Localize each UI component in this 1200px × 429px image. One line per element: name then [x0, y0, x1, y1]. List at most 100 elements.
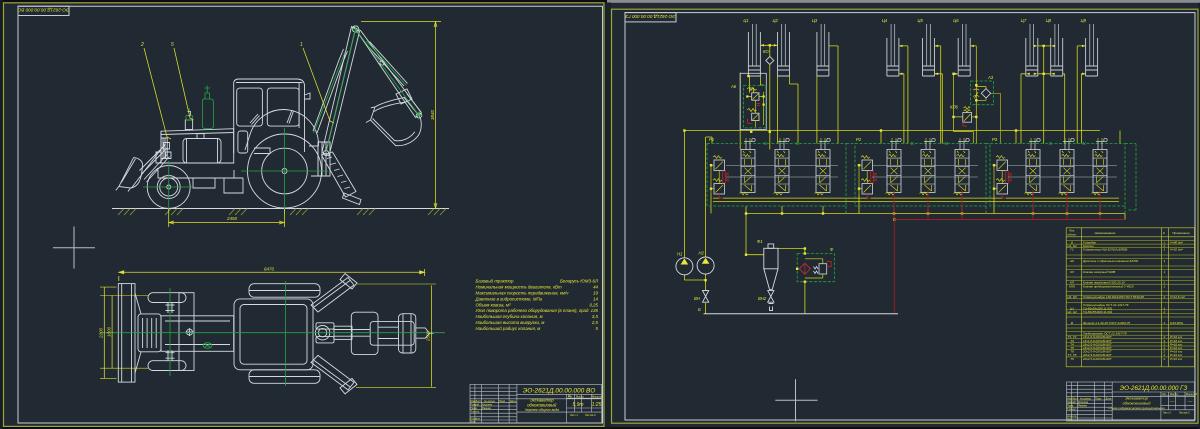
svg-text:Ц2: Ц2 — [773, 18, 779, 23]
svg-text:Клапан предохранительный У 462: Клапан предохранительный У 4620 — [1083, 284, 1134, 288]
svg-text:Ц7: Ц7 — [1021, 18, 1027, 23]
svg-text:Листов 2: Листов 2 — [1179, 410, 1190, 414]
svg-text:Дата: Дата — [1106, 396, 1112, 400]
svg-text:Р3: Р3 — [992, 137, 998, 142]
svg-text:Масштаб: Масштаб — [1186, 392, 1198, 396]
svg-text:Г1: Г1 — [1070, 248, 1074, 252]
svg-text:Разраб.: Разраб. — [471, 402, 481, 406]
svg-text:Киселев: Киселев — [1078, 400, 1089, 404]
svg-text:Лит.: Лит. — [1162, 392, 1167, 396]
svg-text:ЭО-2621Д.00.00.000 ГЗ: ЭО-2621Д.00.00.000 ГЗ — [1120, 385, 1188, 392]
svg-text:2500: 2500 — [426, 330, 431, 342]
svg-text:Наибольшая глубина копания, м: Наибольшая глубина копания, м — [476, 314, 543, 319]
svg-text:Раннев: Раннев — [1078, 404, 1087, 408]
svg-text:Т9: Т9 — [1070, 357, 1074, 361]
svg-text:Максимальная скорость передвиж: Максимальная скорость передвижения, км/ч — [476, 290, 570, 295]
svg-text:Ц3: Ц3 — [812, 18, 818, 23]
svg-text:Номинальная мощность двигателя: Номинальная мощность двигателя, кВт — [476, 284, 562, 289]
svg-text:ЭО-2621Д.00.00.000 ВО: ЭО-2621Д.00.00.000 ВО — [17, 8, 69, 13]
svg-text:Беларусь ЮМЗ-6Л: Беларусь ЮМЗ-6Л — [560, 279, 599, 284]
svg-text:Лист 2: Лист 2 — [1163, 410, 1171, 414]
svg-text:2: 2 — [1163, 310, 1166, 314]
svg-text:1: 1 — [300, 42, 303, 48]
svg-text:Ц9: Ц9 — [1081, 18, 1087, 23]
svg-text:Р1: Р1 — [709, 137, 714, 142]
svg-text:Киселев: Киселев — [482, 402, 493, 406]
svg-text:одноковшовый: одноковшовый — [1123, 400, 1152, 405]
svg-text:Пров.: Пров. — [471, 406, 478, 410]
svg-text:Ц8: Ц8 — [1046, 18, 1052, 23]
svg-text:№ докум.: № докум. — [484, 400, 496, 403]
svg-text:Пров.: Пров. — [1067, 404, 1074, 408]
svg-text:Ц4, Ц5: Ц4, Ц5 — [1067, 295, 1077, 299]
svg-text:3840: 3840 — [430, 109, 435, 120]
svg-text:2: 2 — [140, 42, 144, 48]
svg-text:Масса: Масса — [576, 394, 584, 398]
svg-text:2200: 2200 — [99, 327, 104, 339]
svg-text:Чертеж общего вида: Чертеж общего вида — [525, 408, 560, 412]
svg-text:Разраб.: Разраб. — [1067, 400, 1077, 404]
svg-text:Р=16 кгс: Р=16 кгс — [1170, 357, 1183, 361]
svg-text:Дроссель с обратным клапаном 6: Дроссель с обратным клапаном 62700 — [1082, 259, 1138, 263]
svg-text:Подп.: Подп. — [1095, 396, 1102, 400]
svg-text:0,63 МПа: 0,63 МПа — [1170, 321, 1183, 325]
svg-text:Гидромотор НШ-32Л(2А,ВЛЕВ): Гидромотор НШ-32Л(2А,ВЛЕВ) — [1083, 248, 1127, 252]
svg-text:Р2: Р2 — [856, 137, 862, 142]
svg-text:—: — — [1169, 399, 1175, 404]
svg-text:Лист 1: Лист 1 — [570, 413, 578, 417]
svg-text:2450: 2450 — [226, 216, 238, 221]
svg-text:Наибольший радиус копания, м: Наибольший радиус копания, м — [476, 326, 541, 331]
svg-text:одноковшовый: одноковшовый — [527, 403, 557, 408]
svg-text:Ц6: Ц6 — [953, 18, 959, 23]
svg-text:5,9т: 5,9т — [572, 402, 583, 408]
svg-text:Угол поворота рабочего оборудо: Угол поворота рабочего оборудования (в п… — [476, 308, 589, 313]
svg-text:Н1: Н1 — [677, 252, 682, 257]
svg-text:Н.контр.: Н.контр. — [1067, 414, 1077, 418]
svg-text:0,25: 0,25 — [589, 302, 598, 307]
svg-text:Клапан запорный 520В: Клапан запорный 520В — [1083, 270, 1115, 274]
svg-text:ВН: ВН — [694, 296, 701, 301]
svg-text:Гидроцилиндры 140-90х1280 ГОСТ: Гидроцилиндры 140-90х1280 ГОСТ 6540-68 — [1083, 295, 1144, 299]
svg-text:А6: А6 — [1069, 259, 1074, 263]
svg-text:Схема гидравлическая принципиа: Схема гидравлическая принципиальная — [1108, 406, 1165, 410]
svg-text:3,5: 3,5 — [592, 314, 599, 319]
svg-text:Лист: Лист — [1072, 396, 1078, 400]
svg-text:К: К — [1163, 231, 1165, 235]
svg-text:Дата: Дата — [510, 399, 516, 403]
svg-text:Масса: Масса — [1170, 392, 1178, 396]
svg-text:135: 135 — [591, 308, 599, 313]
svg-text:Ц4: Ц4 — [882, 18, 888, 23]
svg-text:Т.контр.: Т.контр. — [471, 410, 481, 414]
svg-text:1:25: 1:25 — [592, 402, 602, 408]
svg-text:2,5: 2,5 — [591, 320, 599, 325]
svg-text:6470: 6470 — [264, 267, 275, 272]
svg-text:19: 19 — [593, 290, 598, 295]
svg-text:1800: 1800 — [106, 326, 111, 337]
svg-text:Листов 2: Листов 2 — [585, 413, 596, 417]
svg-text:Объем ковша, м³: Объем ковша, м³ — [476, 302, 511, 307]
svg-text:V=12,6 см³: V=12,6 см³ — [1170, 295, 1186, 299]
svg-text:2: 2 — [1163, 295, 1166, 299]
svg-text:Утв.: Утв. — [471, 419, 476, 423]
svg-text:№ докум.: № докум. — [1080, 397, 1092, 400]
svg-text:КП6: КП6 — [950, 105, 959, 110]
svg-text:44: 44 — [593, 284, 598, 289]
svg-text:Наибольшая высота выгрузки, м: Наибольшая высота выгрузки, м — [476, 320, 545, 325]
svg-text:Лист: Лист — [476, 399, 482, 403]
svg-text:обозн.: обозн. — [1068, 232, 1077, 236]
svg-text:ЭО-2621Д.00.00.000 ГЗ: ЭО-2621Д.00.00.000 ГЗ — [625, 14, 675, 19]
svg-text:Ц5: Ц5 — [918, 18, 924, 23]
svg-text:20х2,5-9-02Х18Н10Т: 20х2,5-9-02Х18Н10Т — [1082, 357, 1113, 361]
svg-text:Раннев: Раннев — [482, 406, 491, 410]
svg-text:Базовый трактор: Базовый трактор — [476, 279, 514, 284]
svg-text:Н2: Н2 — [699, 251, 705, 256]
svg-text:Ф1: Ф1 — [757, 239, 763, 244]
svg-text:14: 14 — [593, 296, 598, 301]
svg-text:Ц1: Ц1 — [743, 18, 748, 23]
svg-text:Примечание: Примечание — [1172, 231, 1190, 235]
svg-text:ГЦ-80х55х900.11.001: ГЦ-80х55х900.11.001 — [1083, 310, 1113, 314]
svg-text:А6: А6 — [730, 84, 737, 89]
svg-text:Масштаб: Масштаб — [592, 394, 604, 398]
svg-text:А3: А3 — [987, 75, 994, 80]
svg-text:Подп.: Подп. — [499, 399, 506, 403]
